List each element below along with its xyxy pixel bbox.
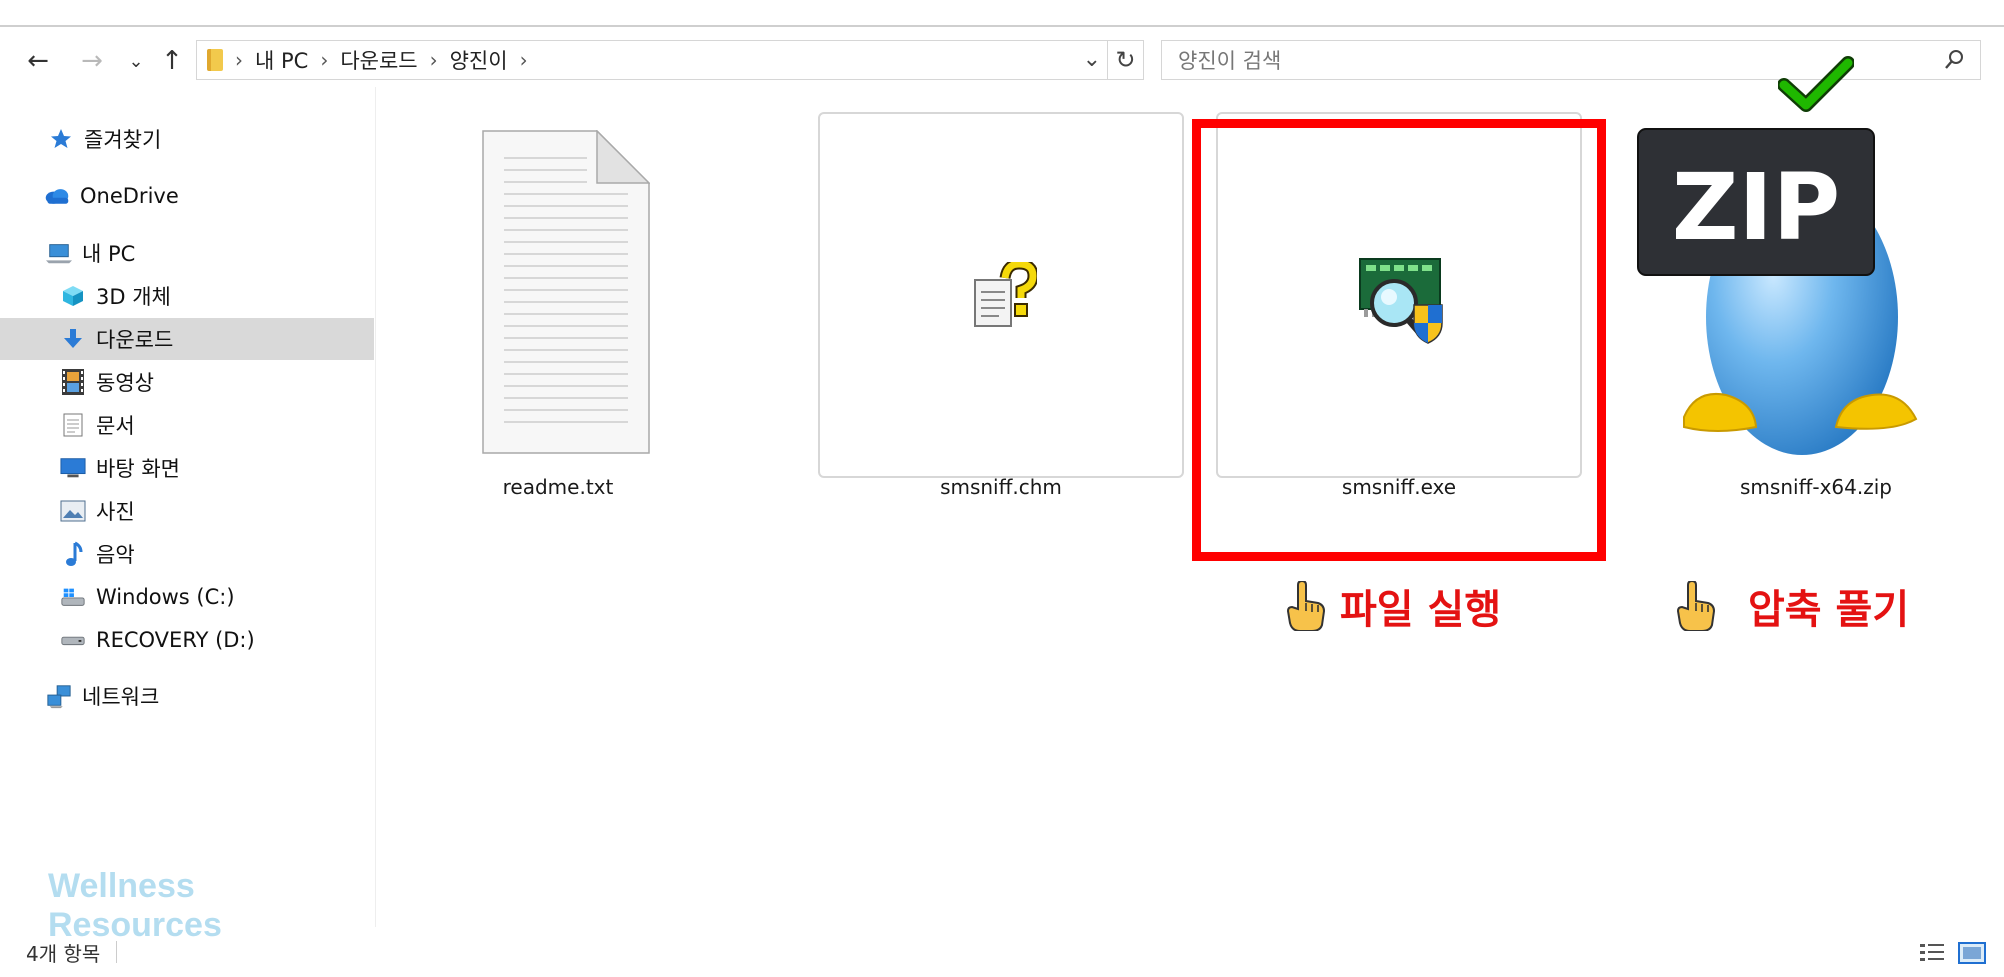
search-box[interactable]: 양진이 검색: [1161, 40, 1981, 80]
refresh-icon[interactable]: ↻: [1107, 40, 1143, 80]
sidebar-item-desktop[interactable]: 바탕 화면: [0, 447, 374, 489]
sidebar-item-this-pc[interactable]: 내 PC: [0, 232, 374, 274]
forward-arrow-icon[interactable]: →: [74, 43, 110, 79]
pc-icon: [46, 240, 72, 266]
film-icon: [60, 369, 86, 395]
search-input[interactable]: 양진이 검색: [1178, 45, 1281, 75]
breadcrumb-separator-icon[interactable]: ›: [235, 48, 243, 72]
file-explorer-window: ← → ⌄ ↑ › 내 PC › 다운로드 › 양진이 › ⌄ ↻ 양진이 검색: [0, 25, 2004, 977]
sidebar-item-label: 3D 개체: [96, 285, 171, 309]
help-file-icon: [974, 262, 1037, 327]
status-divider: [116, 941, 118, 963]
sidebar-item-favorites[interactable]: 즐겨찾기: [0, 118, 374, 160]
breadcrumb-pc[interactable]: 내 PC: [255, 45, 308, 75]
details-view-icon[interactable]: [1918, 941, 1946, 965]
picture-icon: [60, 498, 86, 524]
address-dropdown-icon[interactable]: ⌄: [1083, 47, 1101, 72]
cube-icon: [60, 283, 86, 309]
sidebar-item-label: 사진: [96, 500, 135, 524]
breadcrumb-separator-icon[interactable]: ›: [430, 48, 438, 72]
sidebar-item-label: 다운로드: [96, 328, 174, 352]
sidebar-item-pictures[interactable]: 사진: [0, 490, 374, 532]
text-file-icon: [482, 130, 650, 454]
file-name: smsniff.chm: [940, 475, 1062, 499]
sidebar-item-label: RECOVERY (D:): [96, 628, 255, 652]
sidebar-item-music[interactable]: 음악: [0, 533, 374, 575]
zip-archive-icon: ZIP: [1637, 128, 1918, 455]
back-arrow-icon[interactable]: ←: [20, 43, 56, 79]
sidebar-item-label: 문서: [96, 414, 135, 438]
item-count: 4개 항목: [26, 941, 101, 966]
file-item-chm[interactable]: smsniff.chm: [818, 87, 1184, 507]
sidebar-item-windows-drive[interactable]: Windows (C:): [0, 576, 374, 618]
sidebar-item-label: 음악: [96, 543, 135, 567]
music-icon: [60, 541, 86, 567]
cloud-icon: [44, 183, 70, 209]
network-icon: [46, 683, 72, 709]
search-icon[interactable]: [1942, 48, 1966, 72]
file-item-zip[interactable]: ZIP smsniff-x64.zip: [1636, 56, 1996, 507]
drive-icon: [60, 627, 86, 653]
navigation-toolbar: ← → ⌄ ↑ › 내 PC › 다운로드 › 양진이 › ⌄ ↻ 양진이 검색: [0, 37, 2004, 87]
up-arrow-icon[interactable]: ↑: [154, 43, 190, 79]
sidebar-item-label: 내 PC: [82, 242, 136, 266]
sidebar-item-label: 바탕 화면: [96, 457, 180, 481]
pointing-hand-icon: [1286, 581, 1326, 631]
svg-text:ZIP: ZIP: [1672, 154, 1840, 261]
star-icon: [48, 126, 74, 152]
large-icons-view-icon[interactable]: [1958, 941, 1986, 965]
breadcrumb-downloads[interactable]: 다운로드: [340, 45, 417, 75]
navigation-pane: 즐겨찾기 OneDrive 내 PC 3D 개체 다운로드 동영상 문서 바탕 …: [0, 87, 376, 944]
breadcrumb-separator-icon[interactable]: ›: [320, 48, 328, 72]
sidebar-item-network[interactable]: 네트워크: [0, 675, 374, 717]
sidebar-item-label: Windows (C:): [96, 585, 235, 609]
windows-drive-icon: [60, 584, 86, 610]
sidebar-item-documents[interactable]: 문서: [0, 404, 374, 446]
sidebar-item-onedrive[interactable]: OneDrive: [0, 175, 374, 217]
breadcrumb-separator-icon[interactable]: ›: [520, 48, 528, 72]
folder-icon: [207, 49, 223, 71]
sidebar-item-3d-objects[interactable]: 3D 개체: [0, 275, 374, 317]
check-icon: [1778, 56, 1854, 112]
breadcrumb-current-folder[interactable]: 양진이: [450, 45, 508, 75]
sidebar-item-label: 네트워크: [82, 685, 160, 709]
file-item-readme[interactable]: readme.txt: [378, 87, 738, 499]
document-icon: [60, 412, 86, 438]
status-bar: 4개 항목: [0, 929, 2004, 975]
sidebar-item-videos[interactable]: 동영상: [0, 361, 374, 403]
annotation-text: 파일 실행: [1340, 587, 1502, 633]
file-name: smsniff-x64.zip: [1740, 475, 1892, 499]
sidebar-item-downloads[interactable]: 다운로드: [0, 318, 374, 360]
annotation-run-file: 파일 실행: [1284, 577, 1501, 635]
recent-locations-chevron-icon[interactable]: ⌄: [118, 43, 154, 79]
file-list: readme.txt smsniff.chm smsniff.exe ZIP s…: [378, 56, 2004, 927]
annotation-extract: 압축 풀기: [1674, 577, 1909, 635]
download-icon: [60, 326, 86, 352]
file-name: readme.txt: [502, 475, 614, 499]
desktop-icon: [60, 455, 86, 481]
pointing-hand-icon: [1676, 581, 1716, 631]
sidebar-item-label: 동영상: [96, 371, 154, 395]
sidebar-item-label: OneDrive: [80, 184, 179, 208]
address-bar[interactable]: › 내 PC › 다운로드 › 양진이 › ⌄ ↻: [196, 40, 1144, 80]
sidebar-item-label: 즐겨찾기: [84, 128, 162, 152]
highlight-box-exe: [1192, 119, 1606, 561]
sidebar-item-recovery-drive[interactable]: RECOVERY (D:): [0, 619, 374, 661]
annotation-text: 압축 풀기: [1748, 587, 1910, 633]
